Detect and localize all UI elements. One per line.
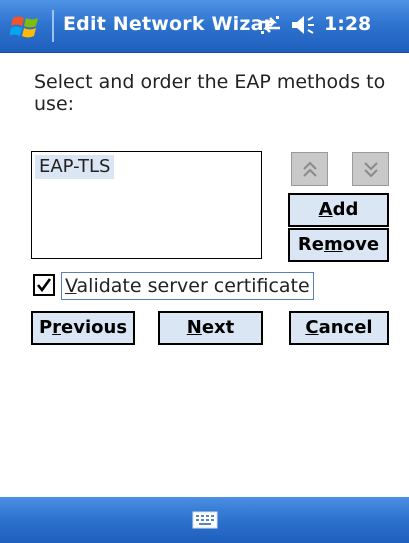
add-button[interactable]: Add bbox=[288, 193, 389, 227]
cancel-button[interactable]: Cancel bbox=[289, 311, 389, 345]
remove-label-post: ove bbox=[342, 234, 380, 255]
soft-key-bar bbox=[0, 497, 409, 543]
previous-button[interactable]: Previous bbox=[31, 311, 135, 345]
next-button[interactable]: Next bbox=[158, 311, 263, 345]
cancel-label-post: ancel bbox=[318, 317, 373, 338]
validate-certificate-label[interactable]: Validate server certificate bbox=[61, 272, 314, 300]
move-up-button[interactable] bbox=[291, 152, 328, 186]
title-bar: Edit Network Wizar 1:28 bbox=[0, 0, 409, 53]
add-label-mnemonic: A bbox=[318, 199, 333, 220]
validate-label-text: alidate server certificate bbox=[76, 275, 310, 297]
windows-start-icon[interactable] bbox=[10, 12, 44, 40]
previous-label-pre: P bbox=[38, 317, 53, 338]
keyboard-icon[interactable] bbox=[192, 510, 218, 530]
eap-methods-list[interactable]: EAP-TLS bbox=[31, 151, 262, 259]
remove-label-pre: Re bbox=[297, 234, 324, 255]
next-label-mnemonic: N bbox=[186, 317, 202, 338]
title-separator bbox=[52, 10, 54, 42]
instruction-text: Select and order the EAP methods to use: bbox=[34, 71, 386, 115]
checkmark-icon bbox=[36, 278, 52, 293]
previous-label-mnemonic: r bbox=[52, 317, 62, 338]
next-label-post: ext bbox=[201, 317, 235, 338]
remove-label-mnemonic: m bbox=[324, 234, 343, 255]
previous-label-post: evious bbox=[61, 317, 128, 338]
validate-certificate-checkbox[interactable] bbox=[33, 274, 55, 296]
move-down-button[interactable] bbox=[352, 152, 389, 186]
double-chevron-up-icon bbox=[303, 161, 317, 177]
connectivity-icon[interactable] bbox=[256, 13, 284, 37]
volume-icon[interactable] bbox=[289, 13, 317, 37]
remove-button[interactable]: Remove bbox=[288, 228, 389, 262]
list-item-eap-tls[interactable]: EAP-TLS bbox=[35, 155, 115, 179]
validate-label-mnemonic: V bbox=[65, 275, 77, 297]
double-chevron-down-icon bbox=[364, 162, 378, 178]
add-label-post: dd bbox=[332, 199, 359, 220]
cancel-label-mnemonic: C bbox=[305, 317, 319, 338]
window-title: Edit Network Wizar bbox=[63, 13, 274, 35]
clock[interactable]: 1:28 bbox=[324, 13, 371, 35]
